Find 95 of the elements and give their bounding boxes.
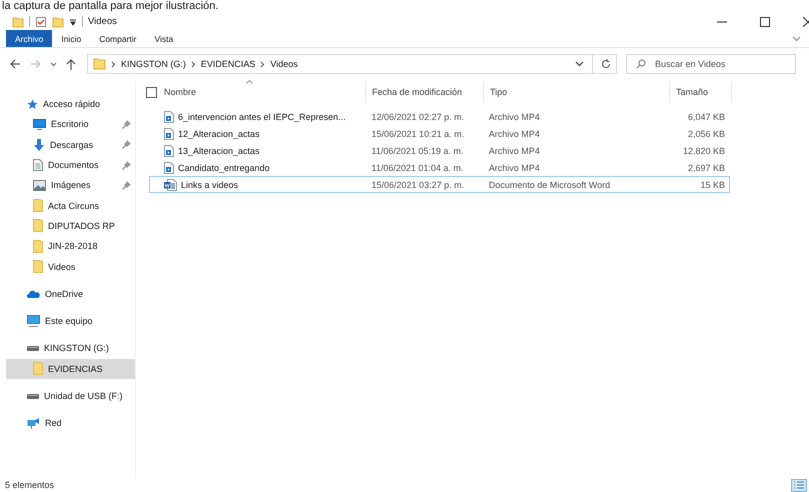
- sidebar-item[interactable]: Documentos: [0, 154, 135, 176]
- video-file-icon: [164, 128, 174, 140]
- file-row[interactable]: 13_Alteracion_actas 11/06/2021 05:19 a. m. Archivo MP4 12,820 KB: [149, 142, 730, 159]
- chevron-right-icon[interactable]: [190, 60, 196, 68]
- column-header[interactable]: Tamaño: [676, 87, 708, 97]
- address-bar[interactable]: KINGSTON (G:) EVIDENCIAS Videos: [87, 54, 617, 74]
- pin-icon[interactable]: [122, 120, 131, 129]
- folder-icon: [33, 199, 43, 212]
- column-header[interactable]: Tipo: [490, 87, 508, 97]
- sidebar-item[interactable]: Acceso rápido: [0, 94, 135, 114]
- refresh-icon[interactable]: [601, 59, 611, 69]
- modified-date: 15/06/2021 03:27 p. m.: [372, 180, 464, 190]
- column-header[interactable]: Nombre: [164, 87, 196, 97]
- sidebar-item[interactable]: JIN-28-2018: [0, 236, 135, 256]
- file-name: 6_intervencion antes el IEPC_Represen...: [178, 112, 346, 122]
- video-file-icon: [164, 144, 174, 156]
- select-all-checkbox[interactable]: [146, 86, 157, 98]
- file-size: 6,047 KB: [688, 112, 726, 122]
- window-title: Videos: [88, 16, 117, 27]
- monitor-icon: [27, 315, 40, 328]
- sidebar-item[interactable]: OneDrive: [0, 284, 135, 304]
- ribbon-tab[interactable]: Archivo: [6, 30, 52, 47]
- cloud-icon: [27, 290, 40, 298]
- ribbon-tab[interactable]: Inicio: [52, 30, 90, 47]
- picture-icon: [33, 180, 46, 191]
- dropdown-icon[interactable]: [69, 18, 77, 26]
- file-row[interactable]: 6_intervencion antes el IEPC_Represen... 12/06/2021 02:27 p. m. Archivo MP4 6,047 KB: [149, 108, 730, 125]
- file-row[interactable]: 12_Alteracion_actas 15/06/2021 10:21 a. m. Archivo MP4 2,056 KB: [149, 125, 730, 142]
- file-row[interactable]: Candidato_entregando 11/06/2021 01:04 a. m. Archivo MP4 2,697 KB: [149, 159, 730, 176]
- pin-icon[interactable]: [122, 180, 131, 190]
- pin-icon[interactable]: [122, 140, 131, 150]
- maximize-icon[interactable]: [760, 16, 770, 26]
- file-type: Archivo MP4: [488, 146, 540, 156]
- sidebar-item[interactable]: KINGSTON (G:): [0, 338, 135, 359]
- item-count: 5 elementos: [5, 480, 54, 490]
- file-row[interactable]: Links a videos 15/06/2021 03:27 p. m. Documento de Microsoft Word 15 KB: [149, 176, 730, 193]
- modified-date: 15/06/2021 10:21 a. m.: [372, 128, 464, 138]
- file-size: 15 KB: [700, 180, 726, 190]
- folder-icon: [33, 362, 43, 376]
- sidebar-item[interactable]: Descargas: [0, 134, 135, 155]
- file-size: 12,820 KB: [682, 146, 726, 156]
- monitor-icon: [33, 118, 46, 130]
- modified-date: 11/06/2021 01:04 a. m.: [372, 162, 464, 172]
- modified-date: 11/06/2021 05:19 a. m.: [372, 146, 464, 156]
- column-header[interactable]: Fecha de modificación: [372, 87, 462, 97]
- sidebar-item[interactable]: Imágenes: [0, 175, 135, 196]
- file-name: Links a videos: [181, 180, 238, 190]
- sidebar-item[interactable]: Este equipo: [0, 310, 135, 332]
- file-name: 12_Alteracion_actas: [178, 128, 260, 138]
- chevron-down-icon[interactable]: [50, 62, 57, 66]
- file-type: Archivo MP4: [488, 128, 540, 138]
- folder-icon: [33, 260, 43, 274]
- file-type: Documento de Microsoft Word: [488, 180, 610, 190]
- ribbon-tab[interactable]: Compartir: [90, 30, 146, 47]
- document-icon: [33, 159, 43, 172]
- file-type: Archivo MP4: [488, 162, 540, 172]
- download-arrow-icon: [33, 138, 45, 151]
- video-file-icon: [164, 110, 174, 122]
- sidebar-item[interactable]: Acta Circuns: [0, 195, 135, 216]
- file-size: 2,697 KB: [688, 162, 726, 172]
- sidebar-item[interactable]: Red: [0, 413, 135, 434]
- sort-caret-icon[interactable]: [246, 80, 253, 84]
- file-size: 2,056 KB: [688, 128, 726, 138]
- network-icon: [27, 417, 40, 430]
- breadcrumb[interactable]: Videos: [270, 59, 298, 69]
- details-view-icon[interactable]: [791, 478, 807, 492]
- checklist-icon[interactable]: [35, 16, 47, 28]
- file-type: Archivo MP4: [488, 112, 540, 122]
- drive-icon: [27, 346, 39, 351]
- chevron-down-icon[interactable]: [575, 61, 584, 67]
- chevron-right-icon[interactable]: [260, 60, 266, 68]
- up-arrow-icon[interactable]: [66, 58, 76, 70]
- sidebar-item[interactable]: EVIDENCIAS: [6, 358, 135, 379]
- drive-icon: [27, 394, 39, 398]
- video-file-icon: [164, 162, 174, 174]
- sidebar-item[interactable]: Videos: [0, 256, 135, 277]
- breadcrumb[interactable]: KINGSTON (G:): [121, 59, 186, 69]
- caption-text: la captura de pantalla para mejor ilustración.: [1, 0, 218, 13]
- sidebar-item[interactable]: Unidad de USB (F:): [0, 386, 135, 406]
- star-icon: [27, 98, 38, 110]
- word-document-icon: [164, 178, 177, 190]
- breadcrumb[interactable]: EVIDENCIAS: [200, 59, 256, 69]
- chevron-right-icon[interactable]: [111, 60, 116, 68]
- folder-icon: [33, 219, 43, 232]
- file-name: 13_Alteracion_actas: [178, 146, 260, 156]
- folder-icon: [33, 240, 43, 253]
- ribbon-tab[interactable]: Vista: [146, 30, 182, 47]
- search-field[interactable]: Buscar en Videos: [626, 54, 796, 74]
- back-arrow-icon[interactable]: [10, 59, 21, 69]
- pin-icon[interactable]: [122, 160, 131, 170]
- folder-icon: [93, 58, 106, 70]
- sidebar-item[interactable]: DIPUTADOS RP: [0, 216, 135, 236]
- file-name: Candidato_entregando: [178, 162, 270, 172]
- sidebar-item[interactable]: Escritorio: [0, 114, 135, 135]
- modified-date: 12/06/2021 02:27 p. m.: [372, 112, 464, 122]
